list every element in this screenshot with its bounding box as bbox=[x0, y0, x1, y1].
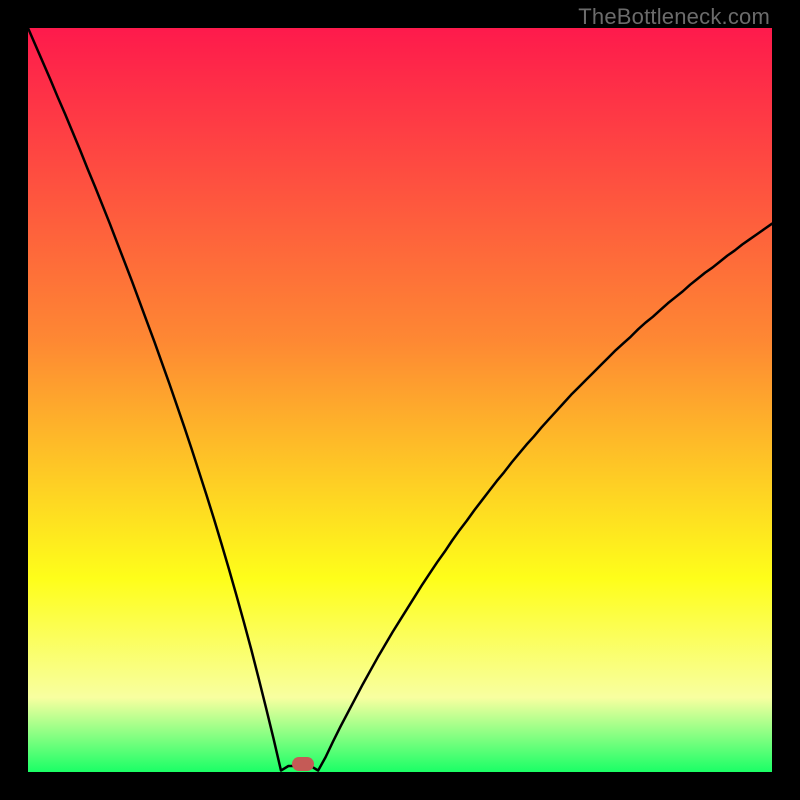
bottleneck-curve bbox=[28, 28, 772, 772]
plot-area bbox=[28, 28, 772, 772]
chart-frame: TheBottleneck.com bbox=[0, 0, 800, 800]
watermark-text: TheBottleneck.com bbox=[578, 4, 770, 30]
optimal-point-marker bbox=[292, 757, 314, 771]
